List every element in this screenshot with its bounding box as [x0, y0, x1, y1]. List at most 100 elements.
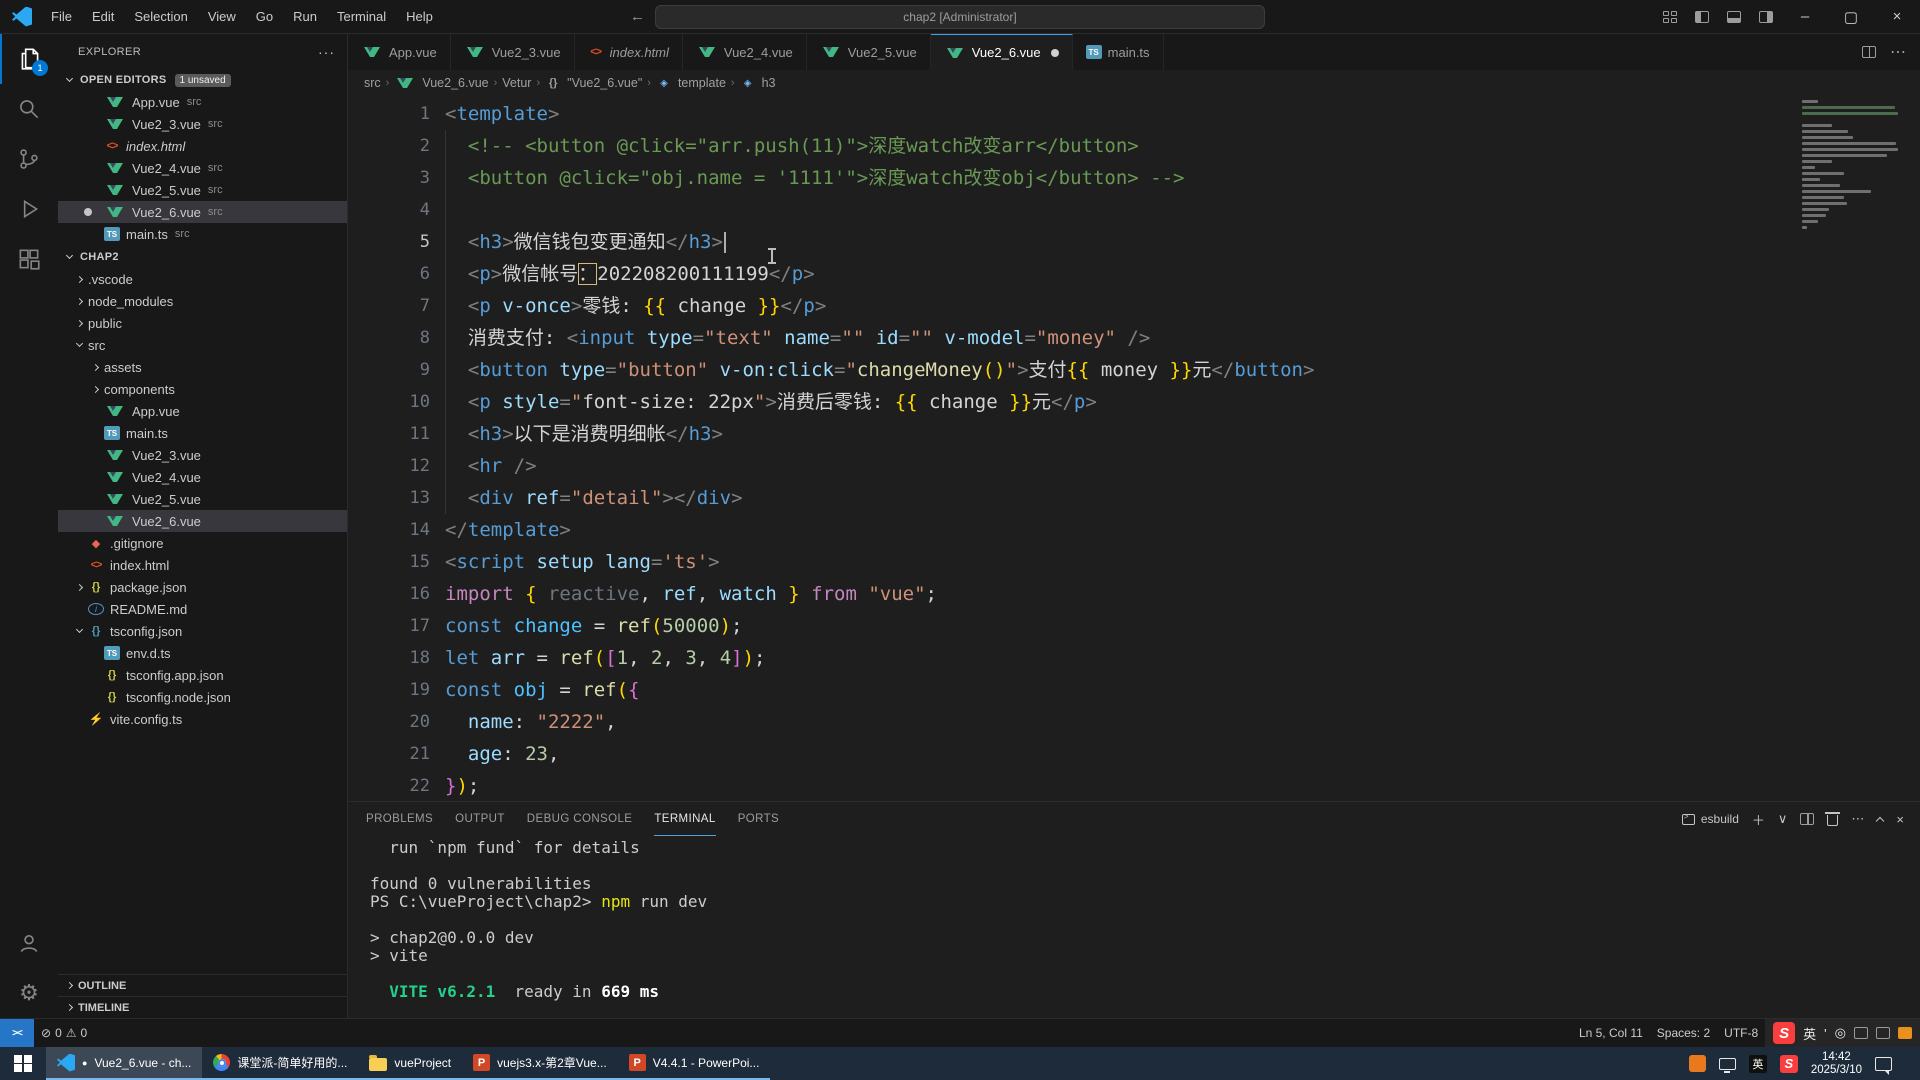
- taskbar-app-vscode[interactable]: ●Vue2_6.vue - ch...: [46, 1047, 202, 1080]
- terminal-output[interactable]: run `npm fund` for details found 0 vulne…: [348, 836, 1920, 1018]
- menu-view[interactable]: View: [199, 5, 245, 28]
- command-center-search[interactable]: chap2 [Administrator]: [655, 5, 1265, 29]
- customize-layout-icon[interactable]: [1663, 11, 1677, 23]
- code-line[interactable]: 12 <hr />: [348, 450, 1920, 482]
- code-line[interactable]: 14</template>: [348, 514, 1920, 546]
- code-line[interactable]: 15<script setup lang='ts'>: [348, 546, 1920, 578]
- tree-item[interactable]: {}tsconfig.app.json: [58, 664, 347, 686]
- tree-item[interactable]: public: [58, 312, 347, 334]
- close-button[interactable]: ×: [1874, 0, 1920, 33]
- toggle-secondary-sidebar-icon[interactable]: [1759, 11, 1773, 23]
- open-editors-header[interactable]: OPEN EDITORS 1 unsaved: [58, 69, 347, 91]
- taskbar-app-folder[interactable]: vueProject: [358, 1047, 462, 1080]
- panel-tab-output[interactable]: OUTPUT: [455, 802, 505, 836]
- panel-tab-ports[interactable]: PORTS: [738, 802, 779, 836]
- menu-edit[interactable]: Edit: [83, 5, 123, 28]
- terminal-instance[interactable]: esbuild: [1682, 812, 1739, 826]
- tree-item[interactable]: {}tsconfig.node.json: [58, 686, 347, 708]
- code-line[interactable]: 5 <h3>微信钱包变更通知</h3>: [348, 226, 1920, 258]
- run-debug-icon[interactable]: [0, 184, 58, 234]
- remote-indicator[interactable]: ><: [0, 1019, 34, 1047]
- ime-clipboard-icon[interactable]: [1876, 1027, 1890, 1039]
- code-line[interactable]: 11 <h3>以下是消费明细帐</h3>: [348, 418, 1920, 450]
- code-line[interactable]: 4: [348, 194, 1920, 226]
- terminal-dropdown-icon[interactable]: ∨: [1778, 811, 1788, 827]
- new-terminal-icon[interactable]: ＋: [1752, 810, 1765, 829]
- minimap[interactable]: [1802, 100, 1906, 232]
- tab-App.vue[interactable]: App.vue: [348, 34, 451, 70]
- tree-item[interactable]: src: [58, 334, 347, 356]
- menu-go[interactable]: Go: [247, 5, 282, 28]
- tree-item[interactable]: {}package.json: [58, 576, 347, 598]
- code-line[interactable]: 16import { reactive, ref, watch } from "…: [348, 578, 1920, 610]
- code-line[interactable]: 8 消费支付: <input type="text" name="" id=""…: [348, 322, 1920, 354]
- ime-language-toggle[interactable]: 英: [1803, 1024, 1816, 1043]
- source-control-icon[interactable]: [0, 134, 58, 184]
- menu-help[interactable]: Help: [397, 5, 442, 28]
- tree-item[interactable]: Vue2_5.vue: [58, 488, 347, 510]
- account-icon[interactable]: [0, 918, 58, 968]
- kill-terminal-icon[interactable]: [1827, 815, 1838, 826]
- timeline-section[interactable]: TIMELINE: [58, 996, 347, 1018]
- code-editor[interactable]: 1<template>2 <!-- <button @click="arr.pu…: [348, 96, 1920, 801]
- encoding[interactable]: UTF-8: [1717, 1026, 1765, 1040]
- toggle-sidebar-icon[interactable]: [1695, 11, 1709, 23]
- panel-tab-debug-console[interactable]: DEBUG CONSOLE: [527, 802, 633, 836]
- breadcrumb-item[interactable]: ◈h3: [740, 75, 776, 91]
- code-line[interactable]: 20 name: "2222",: [348, 706, 1920, 738]
- settings-gear-icon[interactable]: ⚙: [0, 968, 58, 1018]
- modified-dot-icon[interactable]: [1051, 49, 1059, 57]
- tray-sogou-icon[interactable]: S: [1780, 1055, 1798, 1073]
- cursor-position[interactable]: Ln 5, Col 11: [1572, 1026, 1650, 1040]
- breadcrumb-item[interactable]: src: [364, 76, 381, 90]
- explorer-icon[interactable]: 1: [0, 34, 58, 84]
- minimize-button[interactable]: –: [1782, 0, 1828, 33]
- toggle-panel-icon[interactable]: [1727, 11, 1741, 23]
- code-line[interactable]: 2 <!-- <button @click="arr.push(11)">深度w…: [348, 130, 1920, 162]
- tree-item[interactable]: TSmain.ts: [58, 422, 347, 444]
- tree-item[interactable]: components: [58, 378, 347, 400]
- open-editor-item[interactable]: Vue2_4.vuesrc: [58, 157, 347, 179]
- tab-index.html[interactable]: <>index.html: [575, 34, 683, 70]
- code-line[interactable]: 9 <button type="button" v-on:click="chan…: [348, 354, 1920, 386]
- tray-ime-language[interactable]: 英: [1749, 1055, 1767, 1073]
- code-line[interactable]: 18let arr = ref([1, 2, 3, 4]);: [348, 642, 1920, 674]
- tab-Vue2_3.vue[interactable]: Vue2_3.vue: [451, 34, 575, 70]
- menu-selection[interactable]: Selection: [125, 5, 196, 28]
- code-line[interactable]: 7 <p v-once>零钱: {{ change }}</p>: [348, 290, 1920, 322]
- taskbar-app-ppt[interactable]: PV4.4.1 - PowerPoi...: [618, 1047, 771, 1080]
- tree-item[interactable]: Vue2_4.vue: [58, 466, 347, 488]
- tree-item[interactable]: App.vue: [58, 400, 347, 422]
- tray-app-icon[interactable]: [1689, 1055, 1706, 1072]
- tree-item[interactable]: ⚡vite.config.ts: [58, 708, 347, 730]
- extensions-icon[interactable]: [0, 234, 58, 284]
- code-line[interactable]: 21 age: 23,: [348, 738, 1920, 770]
- tree-item[interactable]: Vue2_3.vue: [58, 444, 347, 466]
- breadcrumb-item[interactable]: {}"Vue2_6.vue": [545, 75, 642, 91]
- open-editor-item[interactable]: Vue2_3.vuesrc: [58, 113, 347, 135]
- outline-section[interactable]: OUTLINE: [58, 974, 347, 996]
- tree-item[interactable]: {}tsconfig.json: [58, 620, 347, 642]
- split-editor-icon[interactable]: [1862, 46, 1876, 58]
- close-panel-icon[interactable]: ×: [1896, 812, 1904, 827]
- panel-more-icon[interactable]: ⋯: [1851, 811, 1864, 827]
- tab-Vue2_6.vue[interactable]: Vue2_6.vue: [931, 34, 1073, 70]
- code-line[interactable]: 6 <p>微信帐号：202208200111199</p>: [348, 258, 1920, 290]
- open-editor-item[interactable]: Vue2_5.vuesrc: [58, 179, 347, 201]
- tray-display-icon[interactable]: [1719, 1058, 1736, 1070]
- start-button[interactable]: [0, 1047, 46, 1080]
- panel-tab-problems[interactable]: PROBLEMS: [366, 802, 433, 836]
- explorer-more-actions-icon[interactable]: ···: [318, 44, 335, 60]
- code-line[interactable]: 3 <button @click="obj.name = '1111'">深度w…: [348, 162, 1920, 194]
- ime-circle-icon[interactable]: ◎: [1835, 1025, 1846, 1041]
- project-header[interactable]: CHAP2: [58, 246, 347, 268]
- menu-terminal[interactable]: Terminal: [328, 5, 395, 28]
- tab-Vue2_4.vue[interactable]: Vue2_4.vue: [683, 34, 807, 70]
- taskbar-app-chrome[interactable]: 课堂派-简单好用的...: [202, 1047, 358, 1080]
- menu-run[interactable]: Run: [284, 5, 326, 28]
- taskbar-app-ppt[interactable]: Pvuejs3.x-第2章Vue...: [462, 1047, 618, 1080]
- tree-item[interactable]: ◆.gitignore: [58, 532, 347, 554]
- ime-punctuation-toggle[interactable]: ': [1824, 1026, 1826, 1041]
- tree-item[interactable]: node_modules: [58, 290, 347, 312]
- menu-file[interactable]: File: [42, 5, 81, 28]
